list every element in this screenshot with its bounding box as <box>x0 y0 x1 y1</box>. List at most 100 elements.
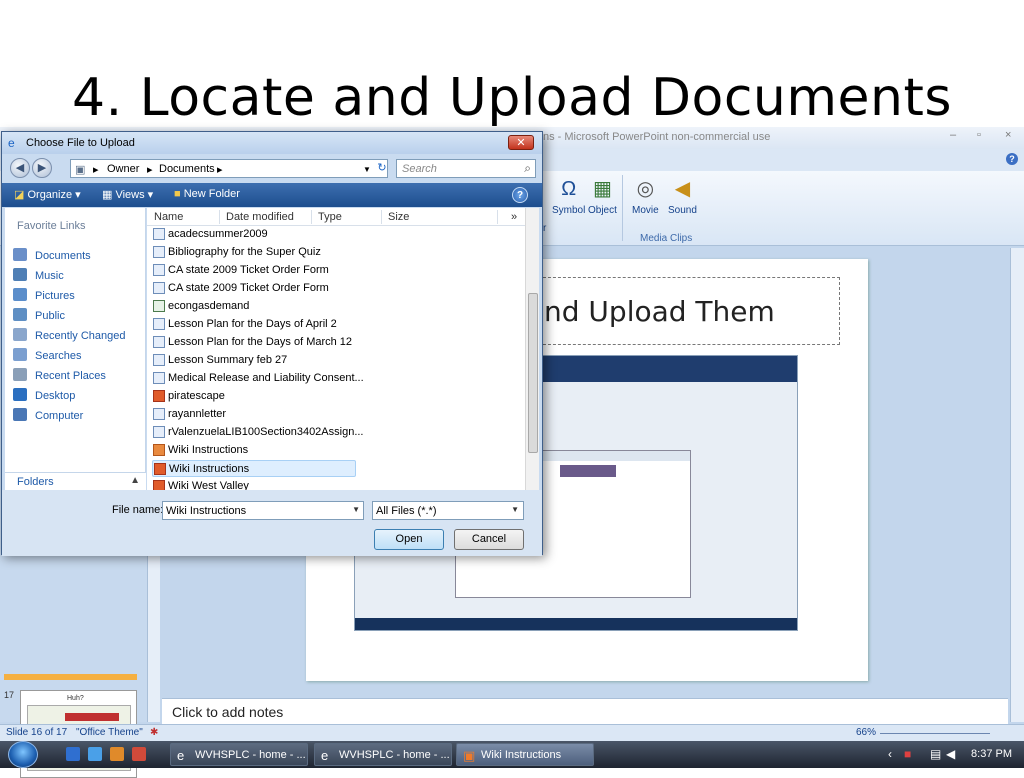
help-icon[interactable]: ? <box>512 187 528 203</box>
refresh-icon[interactable]: ↻ <box>374 159 390 178</box>
fav-recent-places[interactable]: Recent Places <box>13 368 106 382</box>
open-button[interactable]: Open <box>374 529 444 550</box>
symbol-button[interactable]: Ω Symbol <box>552 177 585 216</box>
symbol-label: Symbol <box>552 205 586 216</box>
scrollbar-thumb[interactable] <box>528 293 538 453</box>
taskbar-button-ie-1[interactable]: e WVHSPLC - home - ... <box>170 743 308 766</box>
fav-pictures[interactable]: Pictures <box>13 288 75 302</box>
column-size[interactable]: Size <box>388 211 409 223</box>
taskbar-button-ie-2[interactable]: e WVHSPLC - home - ... <box>314 743 452 766</box>
folders-label: Folders <box>17 476 54 488</box>
views-button[interactable]: ▦ Views ▾ <box>102 188 153 201</box>
file-row[interactable]: Wiki Instructions <box>152 460 356 477</box>
cancel-button[interactable]: Cancel <box>454 529 524 550</box>
antivirus-icon[interactable]: ■ <box>904 747 911 761</box>
fav-desktop[interactable]: Desktop <box>13 388 75 402</box>
file-name: Lesson Summary feb 27 <box>168 354 288 366</box>
file-row[interactable]: piratescape <box>152 388 356 405</box>
chevron-down-icon[interactable]: ▼ <box>363 165 371 174</box>
sound-button[interactable]: ◀ Sound <box>668 177 697 216</box>
file-row[interactable]: acadecsummer2009 <box>152 226 356 243</box>
address-bar[interactable]: ▣ ▸ Owner ▸ Documents ▸ ▼ <box>70 159 388 178</box>
file-row[interactable]: CA state 2009 Ticket Order Form <box>152 262 356 279</box>
close-button[interactable]: ✕ <box>508 135 534 150</box>
breadcrumb-documents[interactable]: Documents <box>159 163 215 175</box>
column-name[interactable]: Name <box>154 211 183 223</box>
file-list-scrollbar[interactable] <box>525 208 539 490</box>
fav-public[interactable]: Public <box>13 308 65 322</box>
file-row[interactable]: CA state 2009 Ticket Order Form <box>152 280 356 297</box>
start-button[interactable] <box>8 741 38 768</box>
file-row[interactable]: Wiki Instructions <box>152 442 356 459</box>
chevron-down-icon[interactable]: ▼ <box>511 505 519 514</box>
file-row[interactable]: econgasdemand <box>152 298 356 315</box>
file-upload-dialog: e Choose File to Upload ✕ ◀ ▶ ▣ ▸ Owner … <box>1 131 543 556</box>
movie-button[interactable]: ◎ Movie <box>632 177 659 216</box>
organize-button[interactable]: ◪ Organize ▾ <box>14 188 81 201</box>
fav-recently-changed[interactable]: Recently Changed <box>13 328 126 342</box>
fav-searches[interactable]: Searches <box>13 348 81 362</box>
folder-icon: ▣ <box>75 164 86 176</box>
show-desktop-icon[interactable] <box>66 747 80 761</box>
slide-thumbnail-selected[interactable] <box>4 674 137 680</box>
network-icon[interactable]: ▤ <box>930 747 941 761</box>
file-row[interactable]: rValenzuelaLIB100Section3402Assign... <box>152 424 364 441</box>
chevron-up-icon: ▲ <box>130 475 140 486</box>
pictures-icon <box>13 288 27 301</box>
file-name-value: Wiki Instructions <box>166 505 247 517</box>
file-name: acadecsummer2009 <box>168 228 268 240</box>
minimize-icon[interactable]: – <box>950 129 956 141</box>
file-name-field[interactable]: Wiki Instructions ▼ <box>162 501 364 520</box>
close-icon[interactable]: × <box>1005 129 1011 141</box>
search-icon[interactable]: ⌕ <box>524 161 531 176</box>
back-button[interactable]: ◀ <box>10 158 30 178</box>
zoom-slider[interactable] <box>880 733 990 734</box>
more-columns-icon[interactable]: » <box>511 211 517 223</box>
omega-icon: Ω <box>561 178 577 200</box>
taskbar-button-label: WVHSPLC - home - ... <box>339 749 450 761</box>
documents-icon <box>13 248 27 261</box>
maximize-icon[interactable]: ▫ <box>977 129 981 141</box>
media-player-icon[interactable] <box>110 747 124 761</box>
column-date-modified[interactable]: Date modified <box>226 211 294 223</box>
folders-toggle[interactable]: Folders ▲ <box>5 472 146 492</box>
help-icon[interactable]: ? <box>1006 153 1018 165</box>
object-button[interactable]: ▦ Object <box>588 177 617 216</box>
volume-icon[interactable]: ◀ <box>946 747 955 761</box>
fav-music[interactable]: Music <box>13 268 64 282</box>
file-type-select[interactable]: All Files (*.*) ▼ <box>372 501 524 520</box>
notes-pane[interactable]: Click to add notes <box>162 698 1008 724</box>
file-row[interactable]: rayannletter <box>152 406 356 423</box>
file-row[interactable]: Medical Release and Liability Consent... <box>152 370 364 387</box>
spelling-icon[interactable]: ✱ <box>150 727 158 738</box>
fav-documents[interactable]: Documents <box>13 248 91 262</box>
breadcrumb-owner[interactable]: Owner <box>107 163 139 175</box>
file-row[interactable]: Bibliography for the Super Quiz <box>152 244 356 261</box>
chevron-down-icon[interactable]: ▼ <box>352 505 360 514</box>
file-name: piratescape <box>168 390 225 402</box>
file-row[interactable]: Lesson Plan for the Days of March 12 <box>152 334 356 351</box>
object-label: Object <box>588 205 617 216</box>
file-name-label: File name: <box>112 504 164 516</box>
new-folder-button[interactable]: ■ New Folder <box>174 188 240 200</box>
dialog-titlebar[interactable]: e Choose File to Upload ✕ <box>2 132 542 154</box>
xls-file-icon <box>153 300 165 312</box>
ie-icon[interactable] <box>88 747 102 761</box>
app-icon[interactable] <box>132 747 146 761</box>
file-name: rayannletter <box>168 408 227 420</box>
slide-count: Slide 16 of 17 <box>6 727 68 738</box>
fav-label: Public <box>35 310 65 322</box>
file-list-pane: Name Date modified Type Size » acadecsum… <box>147 208 539 492</box>
file-row[interactable]: Lesson Summary feb 27 <box>152 352 356 369</box>
column-type[interactable]: Type <box>318 211 342 223</box>
file-row[interactable]: Lesson Plan for the Days of April 2 <box>152 316 356 333</box>
slide-vertical-scrollbar[interactable] <box>1010 248 1024 722</box>
file-name: Wiki Instructions <box>168 444 249 456</box>
fav-computer[interactable]: Computer <box>13 408 83 422</box>
search-input[interactable]: Search ⌕ <box>396 159 536 178</box>
dialog-footer: File name: Wiki Instructions ▼ All Files… <box>2 490 542 556</box>
doc-file-icon <box>153 282 165 294</box>
tray-arrow-icon[interactable]: ‹ <box>888 747 892 761</box>
taskbar-button-powerpoint[interactable]: ▣ Wiki Instructions <box>456 743 594 766</box>
forward-button[interactable]: ▶ <box>32 158 52 178</box>
